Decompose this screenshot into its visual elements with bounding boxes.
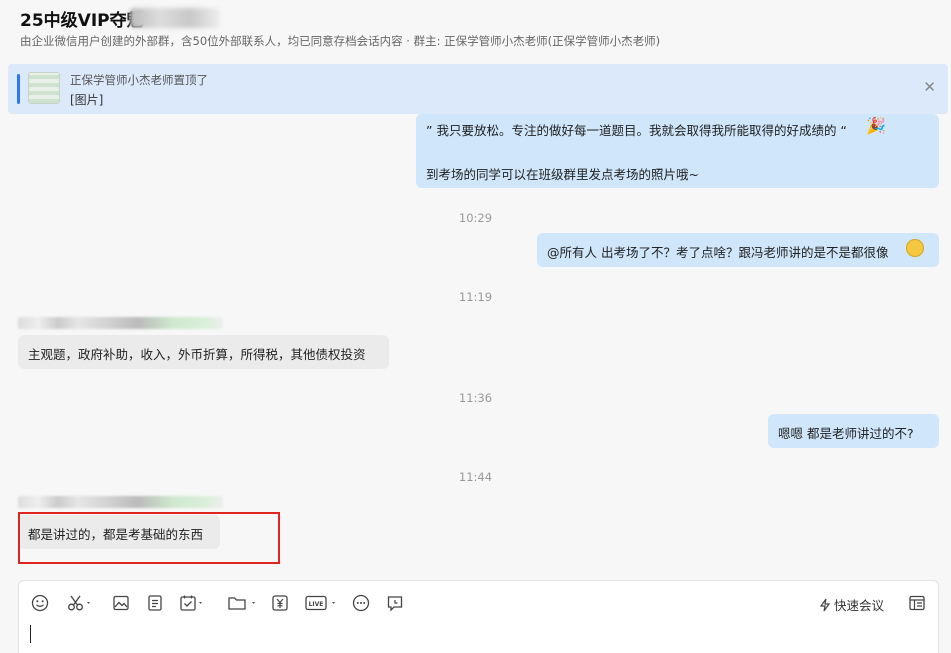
pinned-accent-bar bbox=[17, 74, 20, 104]
lightning-icon bbox=[819, 598, 831, 612]
title-redaction bbox=[130, 8, 220, 28]
quick-meeting-button[interactable]: 快速会议 bbox=[819, 595, 884, 614]
pinned-image-thumbnail[interactable] bbox=[28, 72, 60, 104]
message-bubble[interactable]: ” 我只要放松。专注的做好每一道题目。我就会取得我所能取得的好成绩的 “ 🎉 到… bbox=[416, 114, 939, 188]
message-text: 主观题，政府补助，收入，外币折算，所得税，其他债权投资 bbox=[28, 344, 366, 363]
message-text: 嗯嗯 都是老师讲过的不? bbox=[778, 423, 914, 442]
timestamp: 11:36 bbox=[0, 391, 951, 405]
group-title[interactable]: 25中级VIP夺魁 bbox=[20, 6, 144, 31]
image-icon[interactable] bbox=[112, 594, 130, 612]
close-icon[interactable]: ✕ bbox=[923, 78, 936, 96]
message-bubble[interactable]: 嗯嗯 都是老师讲过的不? bbox=[768, 414, 939, 448]
sender-name-redacted bbox=[18, 317, 223, 329]
message-bubble[interactable]: @所有人 出考场了不？考了点啥？跟冯老师讲的是不是都很像 bbox=[537, 233, 939, 267]
transfer-icon[interactable] bbox=[271, 594, 289, 612]
message-composer[interactable]: LIVE 快速会议 bbox=[18, 580, 939, 653]
timestamp: 11:19 bbox=[0, 290, 951, 304]
pinned-by-label: 正保学管师小杰老师置顶了 bbox=[70, 72, 208, 88]
group-subtitle: 由企业微信用户创建的外部群，含50位外部联系人，均已同意存档会话内容 · 群主:… bbox=[20, 33, 660, 49]
timestamp: 10:29 bbox=[0, 211, 951, 225]
calendar-check-icon[interactable] bbox=[179, 594, 205, 612]
flushed-face-icon bbox=[906, 239, 924, 257]
party-popper-icon: 🎉 bbox=[866, 116, 886, 135]
svg-text:LIVE: LIVE bbox=[309, 601, 324, 608]
message-bubble[interactable]: 主观题，政府补助，收入，外币折算，所得税，其他债权投资 bbox=[18, 335, 389, 369]
pinned-message-banner[interactable]: 正保学管师小杰老师置顶了 [图片] ✕ bbox=[8, 64, 948, 114]
emoji-icon[interactable] bbox=[31, 594, 49, 612]
message-text: @所有人 出考场了不？考了点啥？跟冯老师讲的是不是都很像 bbox=[547, 242, 888, 261]
timestamp: 11:44 bbox=[0, 470, 951, 484]
chat-bubble-icon[interactable] bbox=[386, 594, 404, 612]
scissors-icon[interactable] bbox=[67, 594, 93, 612]
more-icon[interactable] bbox=[352, 594, 370, 612]
document-icon[interactable] bbox=[146, 594, 164, 612]
chat-header: 25中级VIP夺魁 由企业微信用户创建的外部群，含50位外部联系人，均已同意存档… bbox=[0, 0, 951, 60]
live-icon[interactable]: LIVE bbox=[305, 594, 339, 612]
folder-icon[interactable] bbox=[227, 594, 259, 612]
quick-meeting-label: 快速会议 bbox=[834, 598, 884, 613]
message-text: 到考场的同学可以在班级群里发点考场的照片哦~ bbox=[426, 164, 699, 183]
panel-icon[interactable] bbox=[908, 594, 926, 612]
message-text: ” 我只要放松。专注的做好每一道题目。我就会取得我所能取得的好成绩的 “ bbox=[426, 120, 847, 139]
text-cursor bbox=[30, 625, 31, 643]
pinned-content: [图片] bbox=[70, 91, 103, 108]
highlight-annotation-box bbox=[18, 512, 280, 564]
sender-name-redacted bbox=[18, 496, 223, 508]
